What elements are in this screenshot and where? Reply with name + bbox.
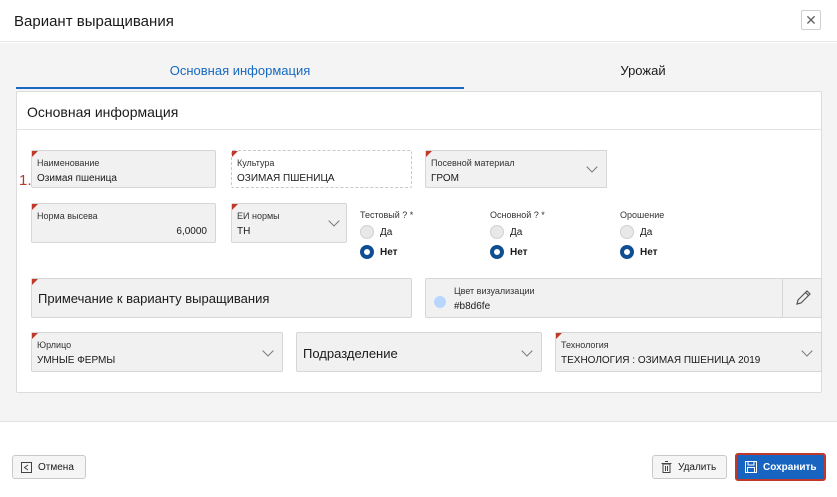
color-edit-button[interactable]	[782, 278, 822, 318]
radio-circle	[620, 225, 634, 239]
chevron-down-icon	[801, 345, 813, 357]
technology-label: Технология	[561, 340, 609, 350]
panel-header: Основная информация	[17, 92, 821, 130]
main-yes-label: Да	[510, 226, 523, 238]
row-marker: 1.	[19, 172, 32, 189]
panel-title: Основная информация	[27, 104, 179, 120]
unit-field[interactable]: ЕИ нормы ТН	[231, 203, 347, 243]
seed-dropdown-button[interactable]	[577, 150, 607, 188]
division-field[interactable]: Подразделение	[296, 332, 542, 372]
color-swatch	[434, 296, 446, 308]
main-yes-option[interactable]: Да	[490, 225, 522, 239]
test-yes-label: Да	[380, 226, 393, 238]
unit-value: ТН	[237, 226, 251, 237]
required-marker	[32, 333, 38, 339]
unit-label: ЕИ нормы	[237, 211, 280, 221]
cancel-button[interactable]: Отмена	[12, 455, 86, 479]
required-marker	[426, 151, 432, 157]
main-no-option[interactable]: Нет	[490, 245, 528, 259]
save-button[interactable]: Сохранить	[735, 453, 826, 481]
main-label: Основной ? *	[490, 210, 545, 220]
division-placeholder: Подразделение	[303, 346, 398, 361]
chevron-down-icon	[586, 161, 598, 173]
tab-main-info[interactable]: Основная информация	[16, 53, 464, 89]
test-radio-group: Тестовый ? * Да Нет	[360, 210, 470, 262]
irrigation-no-label: Нет	[640, 246, 658, 258]
seed-field[interactable]: Посевной материал ГРОМ	[425, 150, 578, 188]
irrigation-yes-label: Да	[640, 226, 653, 238]
radio-circle	[490, 225, 504, 239]
close-icon: ✕	[805, 12, 817, 28]
technology-field[interactable]: Технология ТЕХНОЛОГИЯ : ОЗИМАЯ ПШЕНИЦА 2…	[555, 332, 822, 372]
dialog: Вариант выращивания ✕ Основная информаци…	[0, 0, 837, 497]
test-no-label: Нет	[380, 246, 398, 258]
test-label: Тестовый ? *	[360, 210, 414, 220]
required-marker	[32, 204, 38, 210]
trash-icon	[661, 461, 672, 473]
delete-button[interactable]: Удалить	[652, 455, 727, 479]
seeding-rate-field[interactable]: Норма высева 6,0000	[31, 203, 216, 243]
main-radio-group: Основной ? * Да Нет	[490, 210, 600, 262]
save-icon	[745, 461, 757, 473]
dialog-titlebar: Вариант выращивания ✕	[0, 0, 837, 42]
culture-value: ОЗИМАЯ ПШЕНИЦА	[237, 173, 335, 184]
test-no-option[interactable]: Нет	[360, 245, 398, 259]
color-value: #b8d6fe	[454, 301, 491, 312]
name-field[interactable]: Наименование Озимая пшеница	[31, 150, 216, 188]
radio-circle-selected	[360, 245, 374, 259]
cancel-label: Отмена	[38, 461, 74, 473]
tab-harvest[interactable]: Урожай	[464, 53, 822, 89]
culture-field[interactable]: Культура ОЗИМАЯ ПШЕНИЦА	[231, 150, 412, 188]
legal-entity-label: Юрлицо	[37, 340, 72, 350]
dialog-title: Вариант выращивания	[14, 13, 174, 30]
required-marker	[556, 333, 562, 339]
legal-entity-field[interactable]: Юрлицо УМНЫЕ ФЕРМЫ	[31, 332, 283, 372]
name-label: Наименование	[37, 158, 100, 168]
radio-circle-selected	[490, 245, 504, 259]
save-label: Сохранить	[763, 461, 817, 473]
radio-circle-selected	[620, 245, 634, 259]
close-button[interactable]: ✕	[801, 10, 821, 30]
seeding-rate-label: Норма высева	[37, 211, 98, 221]
required-marker	[32, 279, 38, 285]
pencil-icon	[796, 290, 811, 305]
legal-entity-value: УМНЫЕ ФЕРМЫ	[37, 355, 116, 366]
seeding-rate-value: 6,0000	[176, 226, 207, 237]
chevron-down-icon	[328, 215, 340, 227]
irrigation-label: Орошение	[620, 210, 665, 220]
tabs: Основная информация Урожай	[16, 53, 822, 89]
irrigation-yes-option[interactable]: Да	[620, 225, 652, 239]
irrigation-radio-group: Орошение Да Нет	[620, 210, 730, 262]
chevron-down-icon	[521, 345, 533, 357]
seed-label: Посевной материал	[431, 158, 515, 168]
required-marker	[232, 151, 238, 157]
culture-label: Культура	[237, 158, 275, 168]
test-yes-option[interactable]: Да	[360, 225, 392, 239]
required-marker	[32, 151, 38, 157]
name-value: Озимая пшеница	[37, 173, 117, 184]
cancel-icon	[21, 461, 32, 473]
color-field[interactable]: Цвет визуализации #b8d6fe	[425, 278, 822, 318]
chevron-down-icon	[262, 345, 274, 357]
seed-value: ГРОМ	[431, 173, 459, 184]
irrigation-no-option[interactable]: Нет	[620, 245, 658, 259]
delete-label: Удалить	[678, 461, 717, 473]
color-label: Цвет визуализации	[454, 286, 535, 296]
main-no-label: Нет	[510, 246, 528, 258]
technology-value: ТЕХНОЛОГИЯ : ОЗИМАЯ ПШЕНИЦА 2019	[561, 355, 761, 366]
radio-circle	[360, 225, 374, 239]
note-placeholder: Примечание к варианту выращивания	[38, 291, 270, 306]
required-marker	[232, 204, 238, 210]
note-field[interactable]: Примечание к варианту выращивания	[31, 278, 412, 318]
